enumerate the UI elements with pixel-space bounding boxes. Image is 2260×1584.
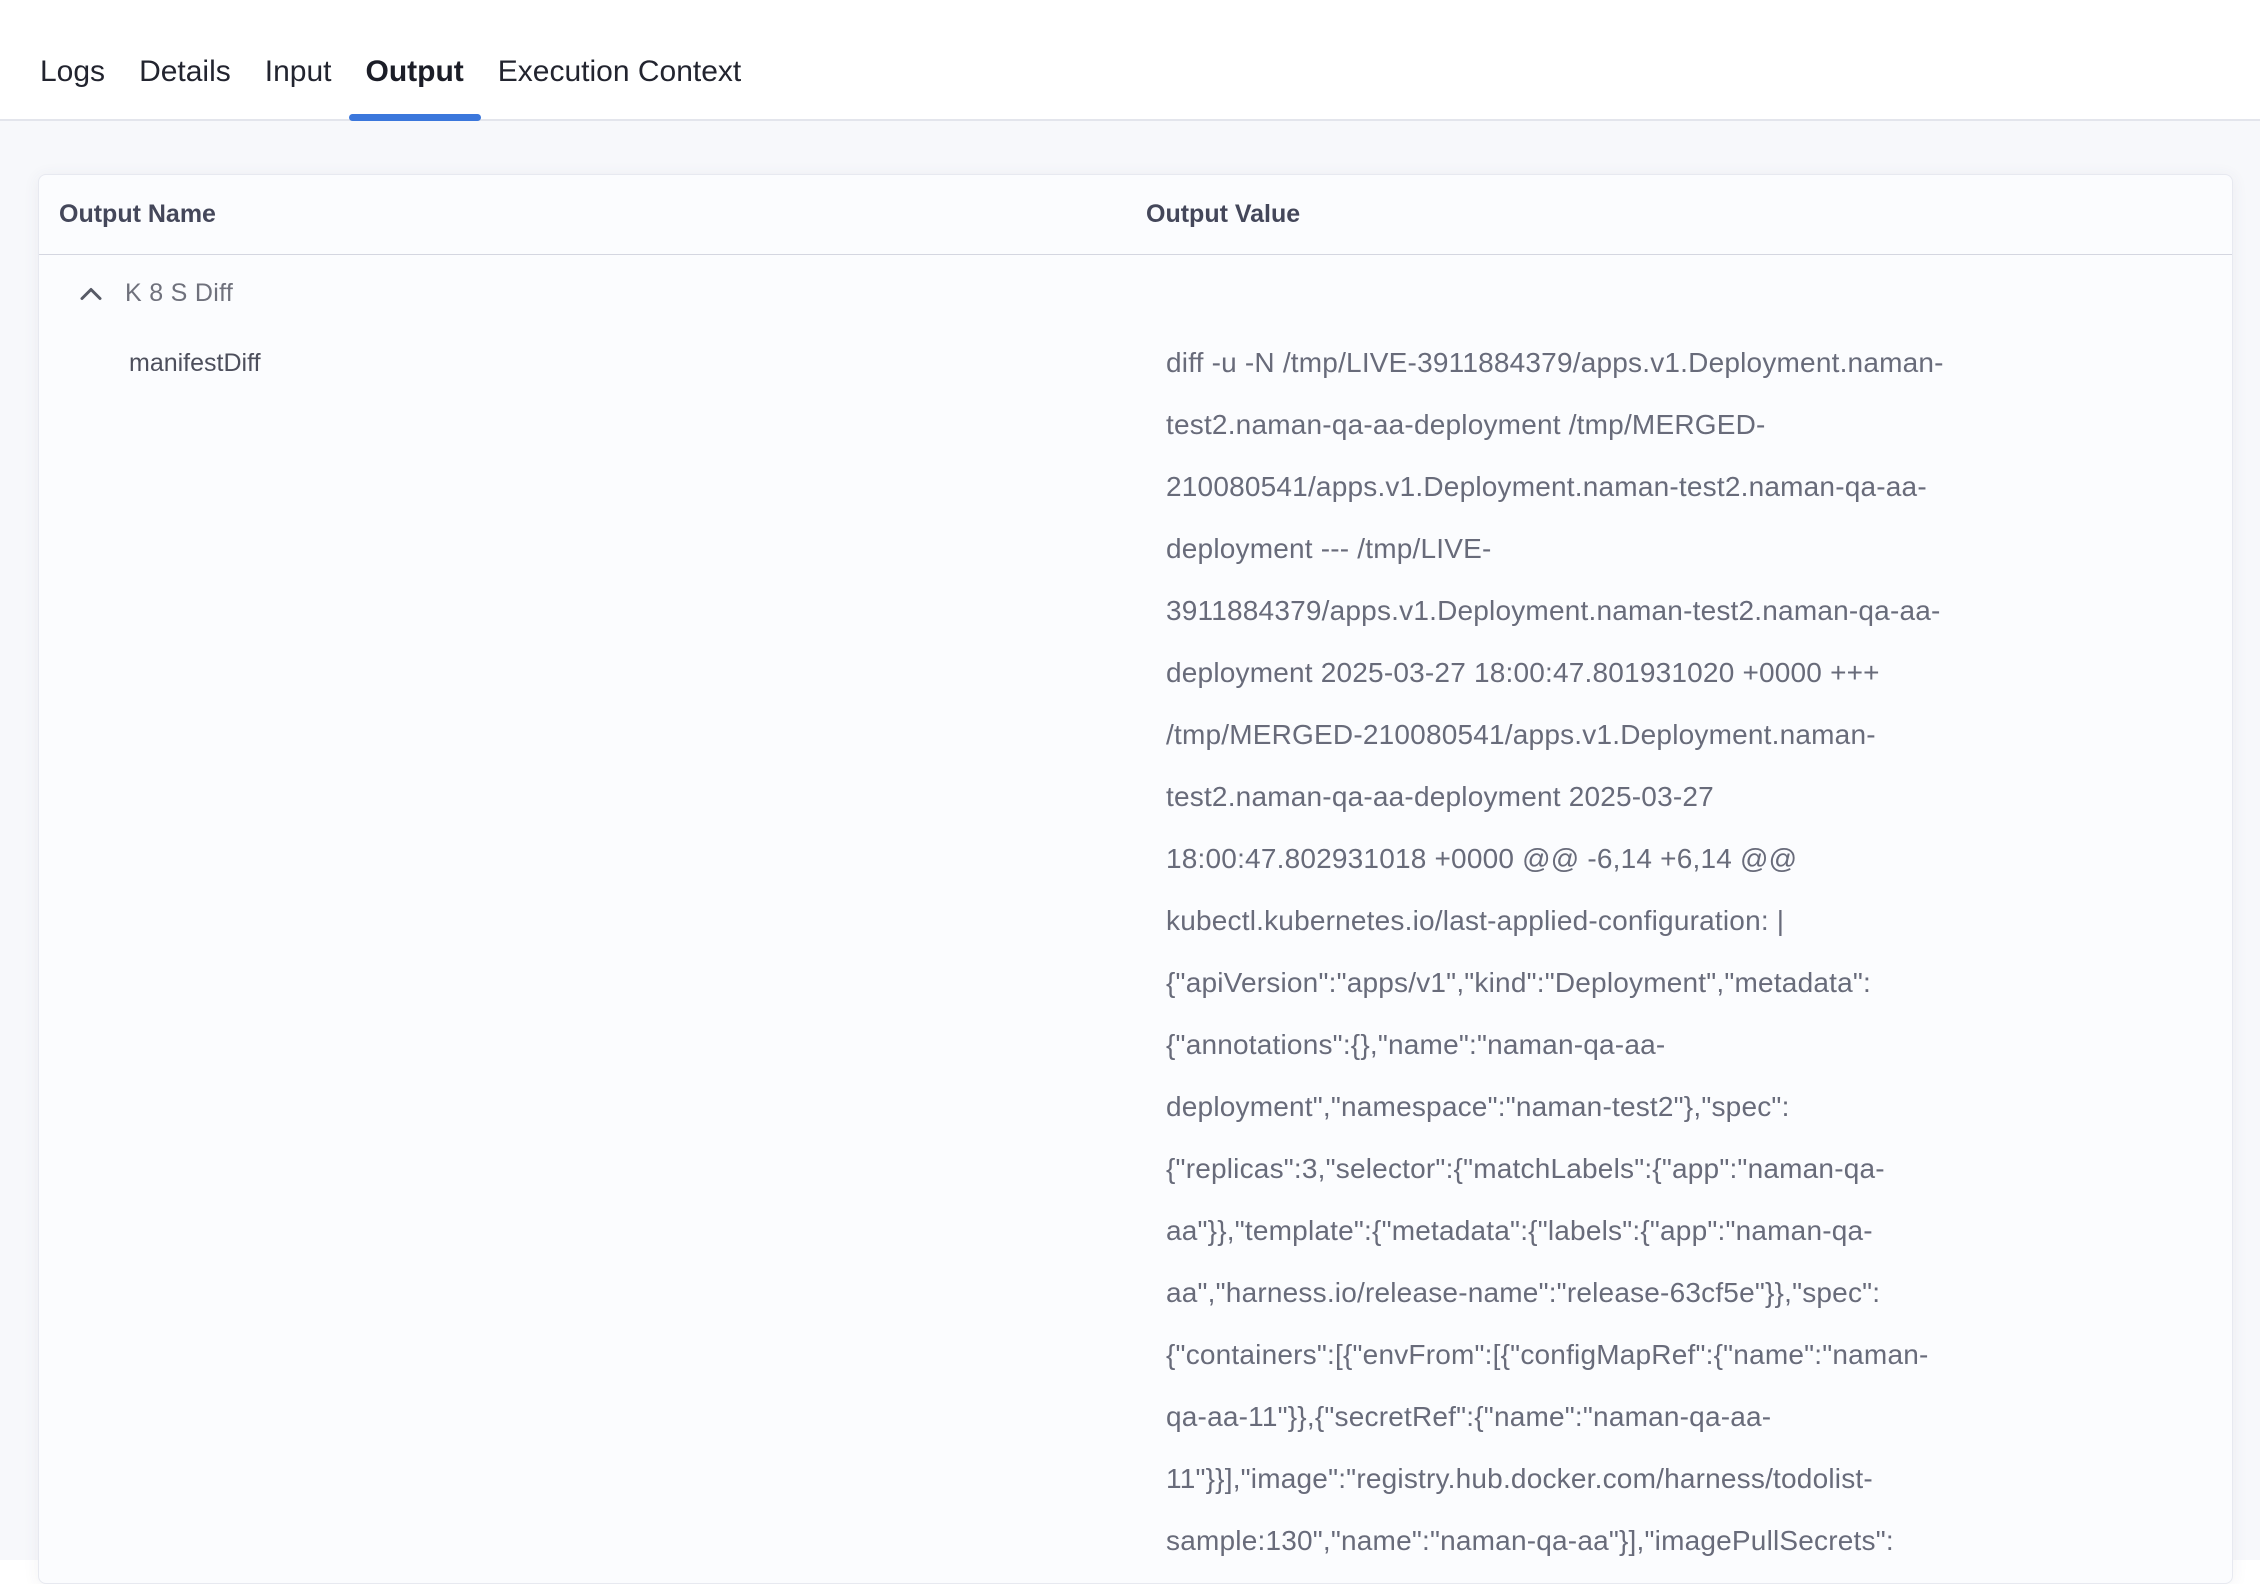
output-table-panel: Output Name Output Value K 8 S Diff mani… [38, 174, 2233, 1584]
output-value-line: {"apiVersion":"apps/v1","kind":"Deployme… [1166, 952, 2112, 1014]
output-value-line: deployment","namespace":"naman-test2"},"… [1166, 1076, 2112, 1138]
tab-input-label: Input [265, 55, 332, 89]
output-value-line: diff -u -N /tmp/LIVE-3911884379/apps.v1.… [1166, 332, 2112, 394]
output-value-line: 210080541/apps.v1.Deployment.naman-test2… [1166, 456, 2112, 518]
tab-bar: Logs Details Input Output Execution Cont… [0, 0, 2260, 121]
output-group-row-k8s-diff[interactable]: K 8 S Diff [39, 255, 2232, 332]
output-value-line: {"containers":[{"envFrom":[{"configMapRe… [1166, 1324, 2112, 1386]
output-value-line: deployment 2025-03-27 18:00:47.801931020… [1166, 642, 2112, 704]
tab-output[interactable]: Output [349, 0, 481, 119]
output-tab-content: Output Name Output Value K 8 S Diff mani… [0, 121, 2260, 1560]
output-table-header: Output Name Output Value [39, 175, 2232, 255]
output-value-line: aa","harness.io/release-name":"release-6… [1166, 1262, 2112, 1324]
output-value-line: sample:130","name":"naman-qa-aa"}],"imag… [1166, 1510, 2112, 1572]
output-value-line: test2.naman-qa-aa-deployment /tmp/MERGED… [1166, 394, 2112, 456]
output-value-line: 3911884379/apps.v1.Deployment.naman-test… [1166, 580, 2112, 642]
tab-input[interactable]: Input [248, 0, 349, 119]
output-name-cell: manifestDiff [39, 332, 1166, 394]
output-value-line: aa"}},"template":{"metadata":{"labels":{… [1166, 1200, 2112, 1262]
output-value-line: /tmp/MERGED-210080541/apps.v1.Deployment… [1166, 704, 2112, 766]
tab-execution-context-label: Execution Context [498, 55, 741, 89]
column-header-output-value: Output Value [1146, 200, 2212, 229]
output-value-line: {"replicas":3,"selector":{"matchLabels":… [1166, 1138, 2112, 1200]
tab-logs[interactable]: Logs [23, 0, 122, 119]
output-value-line: qa-aa-11"}},{"secretRef":{"name":"naman-… [1166, 1386, 2112, 1448]
tab-logs-label: Logs [40, 55, 105, 89]
output-value-line: kubectl.kubernetes.io/last-applied-confi… [1166, 890, 2112, 952]
output-group-label: K 8 S Diff [125, 279, 233, 308]
column-header-output-name: Output Name [59, 200, 1146, 229]
tab-execution-context[interactable]: Execution Context [481, 0, 758, 119]
tab-details[interactable]: Details [122, 0, 248, 119]
output-value-line: {"annotations":{},"name":"naman-qa-aa- [1166, 1014, 2112, 1076]
output-value-cell: diff -u -N /tmp/LIVE-3911884379/apps.v1.… [1166, 332, 2232, 1572]
output-value-line: test2.naman-qa-aa-deployment 2025-03-27 [1166, 766, 2112, 828]
output-value-line: 18:00:47.802931018 +0000 @@ -6,14 +6,14 … [1166, 828, 2112, 890]
output-value-line: 11"}}],"image":"registry.hub.docker.com/… [1166, 1448, 2112, 1510]
output-value-line: deployment --- /tmp/LIVE- [1166, 518, 2112, 580]
chevron-up-icon[interactable] [79, 282, 103, 306]
tab-details-label: Details [139, 55, 231, 89]
table-row-manifest-diff: manifestDiff diff -u -N /tmp/LIVE-391188… [39, 332, 2232, 1572]
tab-output-label: Output [366, 55, 464, 89]
